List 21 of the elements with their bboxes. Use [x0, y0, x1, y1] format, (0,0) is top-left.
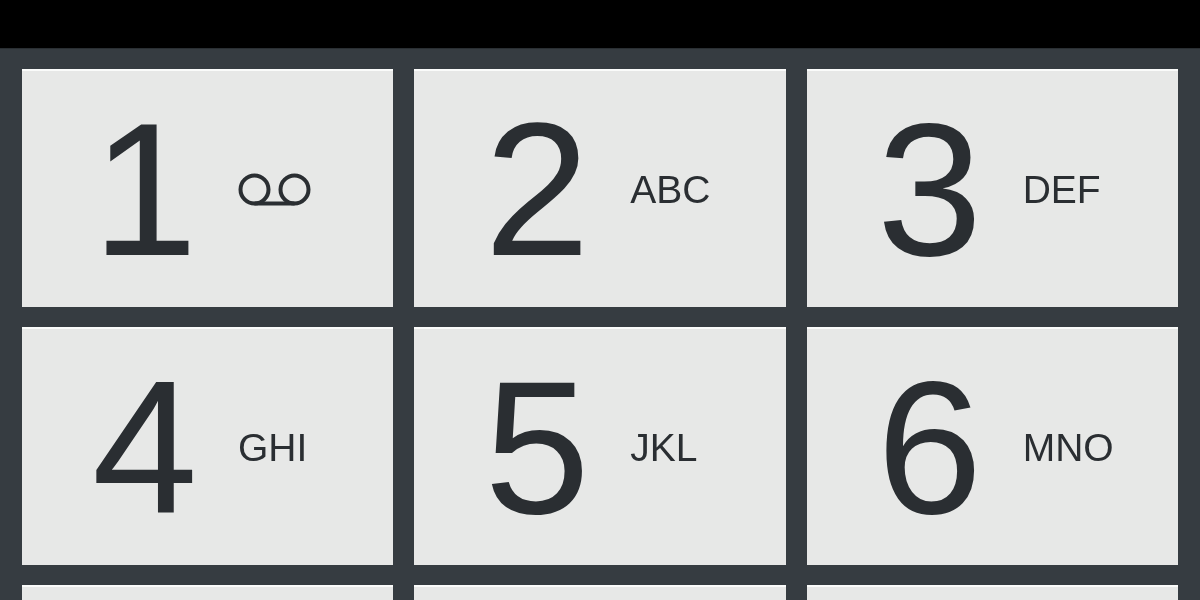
dial-key[interactable]: 4 GHI — [22, 327, 394, 565]
key-digit: 5 — [484, 352, 591, 542]
dial-key[interactable] — [806, 585, 1178, 600]
key-letters: MNO — [1022, 427, 1114, 467]
dial-key[interactable]: 5 JKL — [414, 327, 786, 565]
dial-key[interactable]: 2 ABC — [414, 69, 786, 307]
key-letters: DEF — [1022, 169, 1101, 209]
key-digit: 2 — [484, 94, 591, 284]
key-letters: GHI — [238, 427, 308, 467]
dial-key[interactable]: 3 DEF — [806, 69, 1178, 307]
key-letters: JKL — [630, 427, 698, 467]
dial-key[interactable]: 6 MNO — [806, 327, 1178, 565]
voicemail-icon — [238, 172, 311, 206]
dial-key[interactable] — [22, 585, 394, 600]
dial-key[interactable]: 1 — [22, 69, 394, 307]
key-digit: 4 — [92, 352, 199, 542]
key-digit: 3 — [876, 94, 984, 284]
dial-key[interactable] — [414, 585, 786, 600]
key-letters: ABC — [630, 169, 711, 209]
key-digit: 6 — [876, 352, 984, 542]
key-digit: 1 — [92, 94, 199, 284]
